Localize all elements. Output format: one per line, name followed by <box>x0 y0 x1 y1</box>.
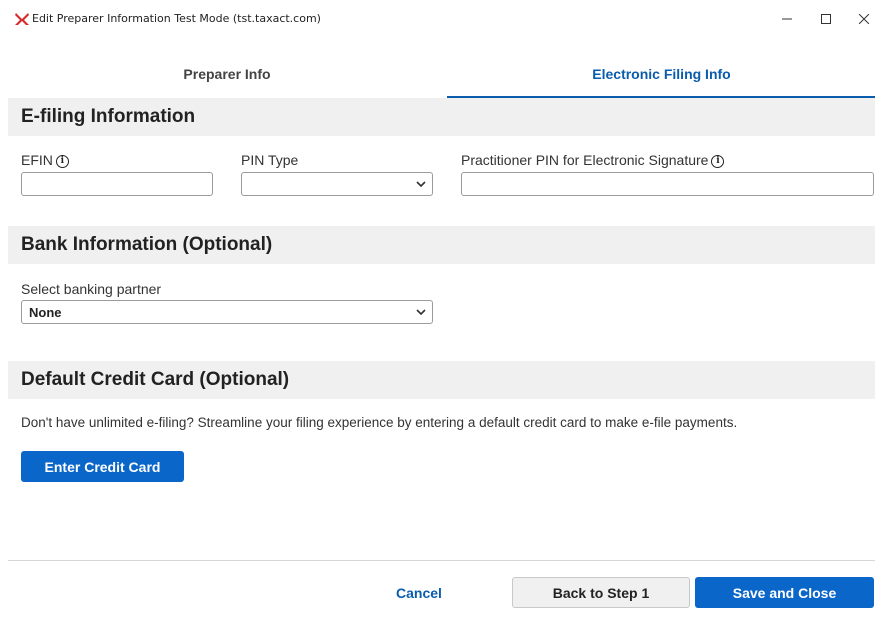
tab-bar: Preparer Info Electronic Filing Info <box>8 52 875 98</box>
efiling-heading: E-filing Information <box>21 106 196 127</box>
minimize-button[interactable] <box>772 6 802 32</box>
credit-card-section-header: Default Credit Card (Optional) <box>8 361 875 399</box>
banking-partner-label: Select banking partner <box>21 281 162 297</box>
taxact-logo-icon <box>15 13 29 25</box>
footer-divider <box>8 560 875 561</box>
close-icon <box>859 14 869 24</box>
chevron-down-icon <box>416 309 426 316</box>
pin-type-select[interactable] <box>241 172 433 196</box>
window-title-bar: Edit Preparer Information Test Mode (tst… <box>0 0 875 36</box>
info-icon[interactable]: i <box>55 155 69 168</box>
efin-label-group: EFIN i <box>21 152 69 168</box>
save-and-close-button[interactable]: Save and Close <box>695 577 874 608</box>
bank-heading: Bank Information (Optional) <box>21 234 273 255</box>
maximize-button[interactable] <box>811 6 841 32</box>
practitioner-pin-input[interactable] <box>461 172 874 196</box>
back-to-step-1-button[interactable]: Back to Step 1 <box>512 577 690 608</box>
chevron-down-icon <box>416 181 426 188</box>
enter-credit-card-button[interactable]: Enter Credit Card <box>21 451 184 482</box>
cancel-button[interactable]: Cancel <box>380 578 458 608</box>
maximize-icon <box>821 14 831 24</box>
banking-partner-select[interactable]: None <box>21 300 433 324</box>
credit-card-heading: Default Credit Card (Optional) <box>21 369 290 390</box>
practitioner-pin-label: Practitioner PIN for Electronic Signatur… <box>461 152 709 168</box>
efiling-section-header: E-filing Information <box>8 98 875 136</box>
tab-electronic-filing-info[interactable]: Electronic Filing Info <box>447 52 875 98</box>
efin-label: EFIN <box>21 152 53 168</box>
banking-partner-value: None <box>29 305 62 320</box>
credit-card-message: Don't have unlimited e-filing? Streamlin… <box>21 415 738 430</box>
minimize-icon <box>782 18 792 20</box>
window-title: Edit Preparer Information Test Mode (tst… <box>32 12 321 25</box>
practitioner-pin-label-group: Practitioner PIN for Electronic Signatur… <box>461 152 725 168</box>
bank-section-header: Bank Information (Optional) <box>8 226 875 264</box>
pin-type-label: PIN Type <box>241 152 299 168</box>
info-icon[interactable]: i <box>711 155 725 168</box>
tab-preparer-info[interactable]: Preparer Info <box>8 52 446 96</box>
close-button[interactable] <box>849 6 875 32</box>
efin-input[interactable] <box>21 172 213 196</box>
